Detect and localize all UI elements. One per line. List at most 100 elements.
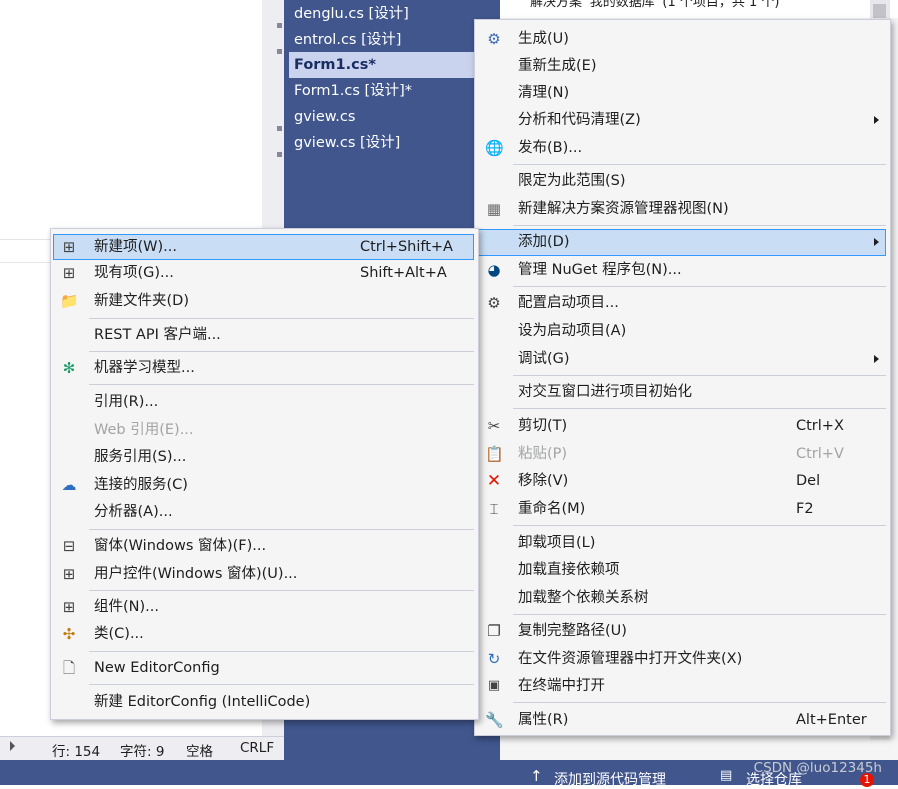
menu-separator bbox=[513, 164, 886, 165]
menu-separator bbox=[513, 525, 886, 526]
submenu-arrow-icon bbox=[874, 116, 879, 124]
menu-publish[interactable]: 🌐 发布(B)... bbox=[477, 135, 886, 161]
tab-item[interactable]: entrol.cs [设计] bbox=[294, 27, 474, 53]
solution-header-text: 解决方案 '我的数据库' (1 个项目，共 1 个) bbox=[530, 0, 780, 10]
menu-separator bbox=[89, 651, 474, 652]
tab-item[interactable]: Form1.cs [设计]* bbox=[294, 78, 474, 104]
menu-paste[interactable]: 📋 粘贴(P) Ctrl+V bbox=[477, 441, 886, 467]
wrench-icon: 🔧 bbox=[485, 711, 504, 729]
component-icon: ⊞ bbox=[62, 598, 76, 616]
submenu-analyzer[interactable]: 分析器(A)... bbox=[53, 499, 474, 525]
gutter-marker bbox=[277, 152, 282, 157]
submenu-connected-service[interactable]: ☁ 连接的服务(C) bbox=[53, 472, 474, 498]
menu-analyze[interactable]: 分析和代码清理(Z) bbox=[477, 107, 886, 133]
clipboard-icon: 📋 bbox=[485, 445, 504, 463]
tab-item-active[interactable]: Form1.cs* bbox=[289, 52, 474, 78]
submenu-user-control[interactable]: ⊞ 用户控件(Windows 窗体)(U)... bbox=[53, 561, 474, 587]
menu-separator bbox=[513, 614, 886, 615]
new-view-icon: ▦ bbox=[486, 200, 502, 218]
menu-add[interactable]: 添加(D) bbox=[477, 229, 886, 256]
tab-item[interactable]: gview.cs bbox=[294, 104, 474, 130]
menu-nuget[interactable]: ◕ 管理 NuGet 程序包(N)... bbox=[477, 257, 886, 283]
submenu-rest-client[interactable]: REST API 客户端... bbox=[53, 322, 474, 348]
submenu-web-reference[interactable]: Web 引用(E)... bbox=[53, 417, 474, 443]
menu-interactive[interactable]: 对交互窗口进行项目初始化 bbox=[477, 379, 886, 405]
submenu-component[interactable]: ⊞ 组件(N)... bbox=[53, 594, 474, 620]
menu-separator bbox=[513, 375, 886, 376]
menu-load-direct[interactable]: 加载直接依赖项 bbox=[477, 557, 886, 583]
menu-new-view[interactable]: ▦ 新建解决方案资源管理器视图(N) bbox=[477, 196, 886, 222]
menu-startup-config[interactable]: ⚙ 配置启动项目... bbox=[477, 290, 886, 316]
terminal-icon: ▣ bbox=[487, 678, 501, 693]
folder-icon: 📁 bbox=[60, 292, 79, 310]
copy-icon: ❐ bbox=[487, 622, 501, 640]
status-line[interactable]: 行: 154 bbox=[52, 740, 100, 760]
project-context-menu: ⚙ 生成(U) 重新生成(E) 清理(N) 分析和代码清理(Z) 🌐 发布(B)… bbox=[474, 19, 891, 736]
menu-open-terminal[interactable]: ▣ 在终端中打开 bbox=[477, 673, 886, 699]
menu-remove[interactable]: ✕ 移除(V) Del bbox=[477, 468, 886, 494]
editor-status-bar: 行: 154 字符: 9 空格 CRLF bbox=[0, 736, 284, 761]
build-icon: ⚙ bbox=[487, 30, 501, 48]
rename-icon: ⌶ bbox=[489, 500, 499, 518]
add-submenu: ⊞ 新建项(W)... Ctrl+Shift+A ⊞ 现有项(G)... Shi… bbox=[50, 228, 479, 720]
menu-separator bbox=[89, 684, 474, 685]
menu-separator bbox=[89, 529, 474, 530]
menu-separator bbox=[89, 384, 474, 385]
scissors-icon: ✂ bbox=[487, 417, 501, 435]
menu-unload[interactable]: 卸载项目(L) bbox=[477, 530, 886, 556]
menu-rebuild[interactable]: 重新生成(E) bbox=[477, 53, 886, 79]
new-item-icon: ⊞ bbox=[62, 238, 76, 256]
menu-separator bbox=[513, 408, 886, 409]
submenu-reference[interactable]: 引用(R)... bbox=[53, 389, 474, 415]
scroll-left-icon[interactable] bbox=[10, 741, 15, 751]
submenu-ml-model[interactable]: ✻ 机器学习模型... bbox=[53, 355, 474, 381]
tab-item[interactable]: denglu.cs [设计] bbox=[294, 1, 474, 27]
menu-clean[interactable]: 清理(N) bbox=[477, 80, 886, 106]
solution-header[interactable]: 解决方案 '我的数据库' (1 个项目，共 1 个) bbox=[500, 0, 898, 18]
menu-rename[interactable]: ⌶ 重命名(M) F2 bbox=[477, 496, 886, 522]
cloud-icon: ☁ bbox=[61, 476, 77, 494]
add-source-control-button[interactable]: 添加到源代码管理 bbox=[554, 769, 666, 789]
status-space[interactable]: 空格 bbox=[186, 740, 213, 760]
submenu-editorconfig-intellicode[interactable]: 新建 EditorConfig (IntelliCode) bbox=[53, 689, 474, 715]
submenu-new-item[interactable]: ⊞ 新建项(W)... Ctrl+Shift+A bbox=[53, 234, 474, 260]
form-icon: ⊟ bbox=[62, 537, 76, 555]
ml-gear-icon: ✻ bbox=[62, 359, 76, 377]
menu-set-startup[interactable]: 设为启动项目(A) bbox=[477, 318, 886, 344]
submenu-class[interactable]: ✣ 类(C)... bbox=[53, 621, 474, 647]
watermark: CSDN @luo12345h bbox=[753, 760, 882, 776]
submenu-service-reference[interactable]: 服务引用(S)... bbox=[53, 444, 474, 470]
menu-debug[interactable]: 调试(G) bbox=[477, 346, 886, 372]
user-control-icon: ⊞ bbox=[62, 565, 76, 583]
menu-separator bbox=[513, 702, 886, 703]
menu-build[interactable]: ⚙ 生成(U) bbox=[477, 26, 886, 52]
menu-scope[interactable]: 限定为此范围(S) bbox=[477, 168, 886, 194]
gear-icon: ⚙ bbox=[487, 294, 501, 312]
class-icon: ✣ bbox=[62, 625, 76, 643]
tab-item[interactable]: gview.cs [设计] bbox=[294, 130, 474, 156]
submenu-form[interactable]: ⊟ 窗体(Windows 窗体)(F)... bbox=[53, 533, 474, 559]
menu-properties[interactable]: 🔧 属性(R) Alt+Enter bbox=[477, 707, 886, 733]
gutter-marker bbox=[277, 23, 282, 28]
globe-icon: 🌐 bbox=[485, 139, 504, 157]
status-eol[interactable]: CRLF bbox=[240, 740, 274, 756]
existing-item-icon: ⊞ bbox=[62, 264, 76, 282]
menu-cut[interactable]: ✂ 剪切(T) Ctrl+X bbox=[477, 413, 886, 439]
submenu-existing-item[interactable]: ⊞ 现有项(G)... Shift+Alt+A bbox=[53, 260, 474, 286]
menu-load-all[interactable]: 加载整个依赖关系树 bbox=[477, 585, 886, 611]
submenu-arrow-icon bbox=[874, 238, 879, 246]
scrollbar-thumb[interactable] bbox=[873, 4, 886, 18]
menu-copy-path[interactable]: ❐ 复制完整路径(U) bbox=[477, 618, 886, 644]
menu-separator bbox=[89, 590, 474, 591]
menu-separator bbox=[89, 351, 474, 352]
menu-separator bbox=[513, 286, 886, 287]
status-char[interactable]: 字符: 9 bbox=[120, 740, 164, 760]
upload-arrow-icon: ↑ bbox=[530, 767, 543, 785]
submenu-editorconfig[interactable]: 🗋 New EditorConfig bbox=[53, 655, 474, 681]
nuget-icon: ◕ bbox=[487, 261, 501, 279]
menu-separator bbox=[513, 225, 886, 226]
gutter-marker bbox=[277, 126, 282, 131]
submenu-new-folder[interactable]: 📁 新建文件夹(D) bbox=[53, 288, 474, 314]
file-icon: 🗋 bbox=[62, 659, 76, 677]
menu-open-folder[interactable]: ↻ 在文件资源管理器中打开文件夹(X) bbox=[477, 646, 886, 672]
